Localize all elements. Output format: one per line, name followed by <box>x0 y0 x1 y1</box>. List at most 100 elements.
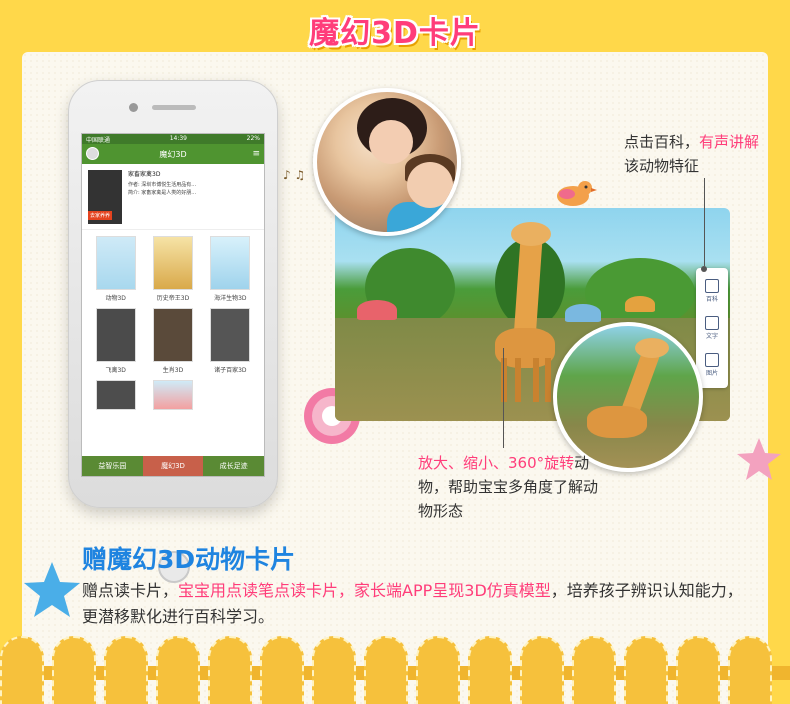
section-body: 赠点读卡片，宝宝用点读笔点读卡片，家长端APP呈现3D仿真模型，培养孩子辨识认知… <box>82 578 752 630</box>
grid-thumbnail <box>210 236 251 290</box>
grid-thumbnail <box>152 236 193 290</box>
phone-mockup: 中国联通 14:39 22% 魔幻3D ≡ 去家养养 家畜家禽3D 作者: 深圳… <box>68 80 278 583</box>
card-grid: 动物3D 历史帝王3D 海洋生物3D 飞禽3D 生肖3D 诸子百家3D <box>82 230 264 416</box>
status-bar: 中国联通 14:39 22% <box>82 134 264 144</box>
avatar[interactable] <box>86 147 99 160</box>
grid-item[interactable]: 飞禽3D <box>90 308 141 374</box>
fence-picket <box>728 636 772 704</box>
grid-label: 历史帝王3D <box>156 295 190 302</box>
callout-rotate: 放大、缩小、360°旋转动物，帮助宝宝多角度了解动物形态 <box>418 451 598 523</box>
pink-star-icon <box>737 438 781 480</box>
featured-title: 家畜家禽3D <box>128 171 161 178</box>
grid-item[interactable]: 历史帝王3D <box>147 236 198 302</box>
phone-speaker <box>152 105 196 110</box>
giraffe-leg <box>501 358 507 402</box>
callout-top-text-1: 点击百科， <box>624 133 700 151</box>
menu-icon[interactable]: ≡ <box>252 149 260 159</box>
featured-tag[interactable]: 去家养养 <box>88 211 113 220</box>
side-toolbar: 百科 文字 图片 <box>696 268 728 388</box>
featured-card[interactable]: 去家养养 家畜家禽3D 作者: 深圳市博悦生活用品有... 简介: 家畜家禽是人… <box>82 164 264 230</box>
carrier-label: 中国联通 <box>86 137 111 144</box>
giraffe-leg <box>545 358 551 402</box>
banner-title: 魔幻3D卡片 <box>309 16 481 51</box>
giraffe-leg <box>515 358 521 402</box>
grid-thumbnail <box>152 380 193 410</box>
mushroom <box>565 304 601 322</box>
time-label: 14:39 <box>169 135 187 142</box>
text-icon <box>705 315 719 330</box>
blue-star-icon <box>24 562 80 617</box>
encyclopedia-button[interactable]: 百科 <box>705 278 719 303</box>
callout-pointer-dot <box>701 266 707 272</box>
app-title: 魔幻3D <box>159 149 187 159</box>
grid-item[interactable] <box>205 380 256 410</box>
fence-picket <box>156 636 200 704</box>
featured-desc: 简介: 家畜家禽是人类的好朋... <box>128 189 197 196</box>
grid-item[interactable]: 诸子百家3D <box>205 308 256 374</box>
fence-picket <box>208 636 252 704</box>
giraffe-head <box>511 222 551 246</box>
tab-puzzle-park[interactable]: 益智乐园 <box>82 456 143 476</box>
fence-picket <box>312 636 356 704</box>
child-face <box>407 162 453 208</box>
family-photo <box>313 88 461 236</box>
callout-top-text-2: 该动物特征 <box>624 157 700 175</box>
grid-thumbnail <box>95 236 136 290</box>
tab-magic-3d[interactable]: 魔幻3D <box>142 456 204 476</box>
grid-label: 飞禽3D <box>105 367 126 374</box>
fence-picket <box>624 636 668 704</box>
fence-picket <box>520 636 564 704</box>
fence-picket <box>260 636 304 704</box>
giraffe-head <box>635 338 669 358</box>
fence-picket <box>0 636 44 704</box>
fence-picket <box>676 636 720 704</box>
text-button[interactable]: 文字 <box>705 315 719 340</box>
encyclopedia-icon <box>705 278 719 293</box>
fence-picket <box>104 636 148 704</box>
banner: 魔幻3D卡片 <box>0 0 790 60</box>
callout-bottom-highlight: 放大、缩小、360°旋转 <box>418 454 575 472</box>
grid-thumbnail <box>210 308 251 362</box>
callout-pointer-top <box>704 178 705 266</box>
fence-picket <box>52 636 96 704</box>
grid-item[interactable]: 动物3D <box>90 236 141 302</box>
grid-item[interactable]: 海洋生物3D <box>205 236 256 302</box>
fence-picket <box>364 636 408 704</box>
image-label: 图片 <box>705 370 718 378</box>
phone-screen: 中国联通 14:39 22% 魔幻3D ≡ 去家养养 家畜家禽3D 作者: 深圳… <box>81 133 265 477</box>
grid-thumbnail <box>152 308 193 362</box>
image-icon <box>705 353 719 368</box>
grid-item[interactable] <box>90 380 141 410</box>
grid-label: 诸子百家3D <box>214 367 247 374</box>
callout-encyclopedia: 点击百科，有声讲解该动物特征 <box>624 130 774 178</box>
grid-label: 生肖3D <box>162 367 184 374</box>
section-body-text-1: 赠点读卡片， <box>82 581 179 600</box>
section-body-highlight: 宝宝用点读笔点读卡片，家长端APP呈现3D仿真模型 <box>178 581 551 600</box>
mushroom <box>625 296 655 312</box>
music-notes-icon: ♪ ♫ <box>283 168 306 182</box>
mother-face <box>369 120 413 164</box>
encyclopedia-label: 百科 <box>705 295 718 303</box>
grid-thumbnail <box>210 380 251 410</box>
featured-info: 家畜家禽3D 作者: 深圳市博悦生活用品有... 简介: 家畜家禽是人类的好朋.… <box>128 170 196 223</box>
grid-thumbnail <box>95 380 136 410</box>
tab-growth[interactable]: 成长足迹 <box>203 456 264 476</box>
giraffe-body <box>587 406 647 438</box>
mushroom <box>357 300 397 320</box>
featured-author: 作者: 深圳市博悦生活用品有... <box>128 182 197 188</box>
callout-top-highlight: 有声讲解 <box>699 133 760 151</box>
battery-label: 22% <box>246 135 260 142</box>
app-bar: 魔幻3D ≡ <box>82 144 264 164</box>
bird-icon <box>557 181 597 206</box>
featured-thumbnail: 去家养养 <box>88 170 122 224</box>
fence-picket <box>416 636 460 704</box>
callout-pointer-bottom <box>503 348 504 448</box>
grid-label: 海洋生物3D <box>214 295 247 302</box>
grid-item[interactable]: 生肖3D <box>147 308 198 374</box>
grid-thumbnail <box>95 308 136 362</box>
grid-item[interactable] <box>147 380 198 410</box>
grid-label: 动物3D <box>105 295 126 302</box>
giraffe-leg <box>533 358 539 402</box>
phone-camera <box>129 103 138 112</box>
image-button[interactable]: 图片 <box>705 353 719 377</box>
